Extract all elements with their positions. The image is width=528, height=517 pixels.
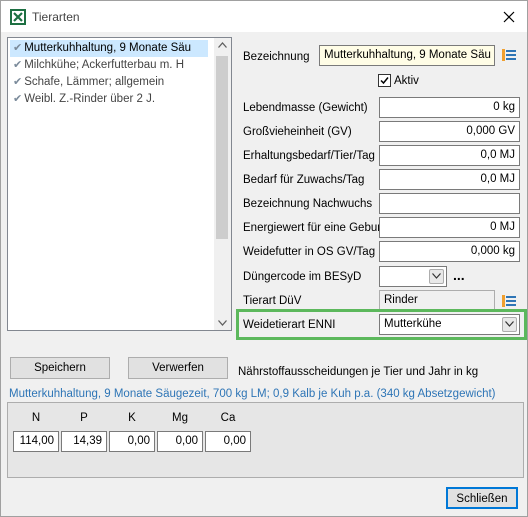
nachwuchs-label: Bezeichnung Nachwuchs [243, 198, 373, 210]
nutrient-field-ca[interactable]: 0,00 [205, 431, 251, 452]
nutrient-label-k: K [128, 412, 136, 424]
nutrient-field-mg[interactable]: 0,00 [157, 431, 203, 452]
nachwuchs-field[interactable] [379, 193, 520, 214]
list-edit-icon[interactable] [501, 293, 517, 309]
weidetierart-select[interactable]: Mutterkühe [379, 314, 520, 335]
scroll-thumb[interactable] [216, 56, 228, 239]
scroll-down-icon[interactable] [218, 320, 227, 326]
nutrient-field-k[interactable]: 0,00 [109, 431, 155, 452]
nutrient-label-mg: Mg [172, 412, 188, 424]
gv-field[interactable]: 0,000 GV [379, 121, 520, 142]
aktiv-label: Aktiv [394, 75, 419, 87]
chevron-down-icon [505, 321, 514, 327]
tierarten-dialog: Tierarten ✔ Mutterkuhhaltung, 9 Monate Sä… [0, 0, 528, 517]
discard-button[interactable]: Verwerfen [128, 357, 228, 379]
tierart-duev-field: Rinder [379, 290, 495, 311]
window-title: Tierarten [32, 10, 80, 24]
list-item[interactable]: ✔ Schafe, Lämmer; allgemein [10, 74, 208, 91]
nutrient-label-ca: Ca [220, 412, 236, 424]
tierart-list[interactable]: ✔ Mutterkuhhaltung, 9 Monate Säu ✔ Milchkü… [7, 37, 232, 331]
weidetierart-label: Weidetierart ENNI [243, 319, 336, 331]
weidefutter-field[interactable]: 0,000 kg [379, 241, 520, 262]
erhaltung-field[interactable]: 0,0 MJ [379, 145, 520, 166]
zuwachs-label: Bedarf für Zuwachs/Tag [243, 174, 365, 186]
nutrient-panel: N P K Mg Ca 114,00 14,39 0,00 0,00 0,00 [7, 402, 524, 478]
scroll-up-icon[interactable] [218, 42, 227, 48]
save-button[interactable]: Speichern [10, 357, 110, 379]
aktiv-checkbox[interactable] [378, 74, 391, 87]
list-item[interactable]: ✔ Weibl. Z.-Rinder über 2 J. [10, 91, 208, 108]
energiewert-label: Energiewert für eine Geburt [243, 222, 385, 234]
checkmark-icon [380, 77, 389, 85]
dropdown-button[interactable] [502, 317, 517, 332]
nutrient-label-p: P [80, 412, 88, 424]
nutrient-field-n[interactable]: 114,00 [13, 431, 59, 452]
list-item[interactable]: ✔ Milchkühe; Ackerfutterbau m. H [10, 57, 208, 74]
bezeichnung-field[interactable]: Mutterkuhhaltung, 9 Monate Säu [319, 45, 495, 66]
check-icon: ✔ [13, 93, 23, 105]
list-edit-icon[interactable] [501, 47, 517, 63]
app-icon [10, 9, 26, 25]
erhaltung-label: Erhaltungsbedarf/Tier/Tag [243, 150, 375, 162]
chevron-down-icon [432, 273, 441, 279]
duengercode-more-button[interactable]: ... [453, 267, 465, 283]
animal-summary: Mutterkuhhaltung, 9 Monate Säugezeit, 70… [9, 388, 496, 400]
weidefutter-label: Weidefutter in OS GV/Tag [243, 246, 376, 258]
energiewert-field[interactable]: 0 MJ [379, 217, 520, 238]
lebendmasse-field[interactable]: 0 kg [379, 97, 520, 118]
title-bar: Tierarten [1, 1, 527, 32]
tierart-duev-label: Tierart DüV [243, 295, 302, 307]
zuwachs-field[interactable]: 0,0 MJ [379, 169, 520, 190]
nutrient-label-n: N [31, 412, 41, 424]
duengercode-select[interactable] [379, 266, 447, 287]
dropdown-button[interactable] [429, 269, 444, 284]
close-window-icon[interactable] [499, 7, 519, 27]
lebendmasse-label: Lebendmasse (Gewicht) [243, 102, 368, 114]
list-scrollbar[interactable] [214, 38, 231, 330]
duengercode-label: Düngercode im BESyD [243, 271, 362, 283]
check-icon: ✔ [13, 42, 23, 54]
bezeichnung-label: Bezeichnung [243, 51, 310, 63]
nutrients-heading: Nährstoffausscheidungen je Tier und Jahr… [238, 366, 479, 378]
gv-label: Großvieheinheit (GV) [243, 126, 352, 138]
nutrient-field-p[interactable]: 14,39 [61, 431, 107, 452]
check-icon: ✔ [13, 76, 23, 88]
weidetierart-value: Mutterkühe [384, 318, 442, 330]
close-button[interactable]: Schließen [446, 487, 518, 509]
list-item[interactable]: ✔ Mutterkuhhaltung, 9 Monate Säu [10, 40, 208, 57]
check-icon: ✔ [13, 59, 23, 71]
